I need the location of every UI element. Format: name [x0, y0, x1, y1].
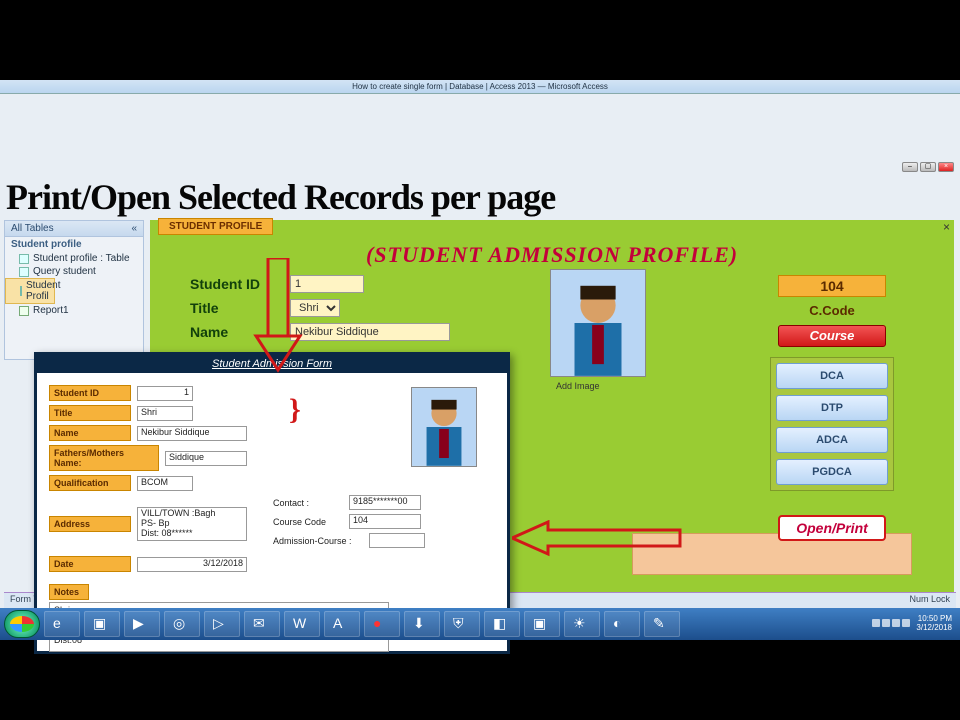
taskbar-weather-icon[interactable]: ☀ [564, 611, 600, 637]
taskbar-shield-icon[interactable]: ⛨ [444, 611, 480, 637]
r-admcourse-value [369, 533, 425, 548]
r-parent-value: Siddique [165, 451, 247, 466]
maximize-button[interactable]: ▢ [920, 162, 936, 172]
course-option-dca[interactable]: DCA [776, 363, 888, 389]
r-notes-label: Notes [49, 584, 89, 600]
nav-item-table[interactable]: Student profile : Table [5, 252, 143, 265]
taskbar-cam-icon[interactable]: ▣ [524, 611, 560, 637]
course-code-label: C.Code [778, 303, 886, 318]
taskbar-download-icon[interactable]: ⬇ [404, 611, 440, 637]
taskbar-paint-icon[interactable]: ✎ [644, 611, 680, 637]
r-title-value: Shri [137, 406, 193, 421]
r-date-label: Date [49, 556, 131, 572]
taskbar-play-icon[interactable]: ▷ [204, 611, 240, 637]
r-admcourse-label: Admission-Course : [273, 536, 363, 546]
r-ccode-label: Course Code [273, 517, 343, 527]
form-close-icon[interactable]: × [943, 220, 950, 234]
app-window: How to create single form | Database | A… [0, 80, 960, 640]
taskbar-record-icon[interactable]: ● [364, 611, 400, 637]
r-ccode-value: 104 [349, 514, 421, 529]
taskbar-access-icon[interactable]: A [324, 611, 360, 637]
taskbar-media-icon[interactable]: ▶ [124, 611, 160, 637]
nav-item-form[interactable]: Student Profil [5, 278, 55, 304]
nav-item-query[interactable]: Query student [5, 265, 143, 278]
nav-group[interactable]: Student profile [5, 237, 143, 252]
start-button[interactable] [4, 610, 40, 638]
navigation-pane[interactable]: All Tables « Student profile Student pro… [4, 220, 144, 360]
r-student-id-label: Student ID [49, 385, 131, 401]
tray-icons[interactable] [870, 619, 910, 629]
table-icon [19, 254, 29, 264]
window-controls: – ▢ × [902, 162, 954, 172]
r-title-label: Title [49, 405, 131, 421]
r-qual-label: Qualification [49, 475, 131, 491]
minimize-button[interactable]: – [902, 162, 918, 172]
taskbar-chrome-icon[interactable]: ◎ [164, 611, 200, 637]
course-option-pgdca[interactable]: PGDCA [776, 459, 888, 485]
r-name-label: Name [49, 425, 131, 441]
open-print-button[interactable]: Open/Print [778, 515, 886, 541]
r-parent-label: Fathers/Mothers Name: [49, 445, 159, 471]
taskbar-mail-icon[interactable]: ✉ [244, 611, 280, 637]
window-titlebar: How to create single form | Database | A… [0, 80, 960, 94]
form-tab[interactable]: STUDENT PROFILE [158, 218, 273, 235]
report-photo [411, 387, 477, 467]
r-date-value: 3/12/2018 [137, 557, 247, 572]
photo-caption: Add Image [556, 381, 600, 391]
r-student-id-value: 1 [137, 386, 193, 401]
annotation-arrow-down [248, 258, 308, 378]
taskbar-word-icon[interactable]: W [284, 611, 320, 637]
course-option-adca[interactable]: ADCA [776, 427, 888, 453]
annotation-arrow-left [512, 520, 682, 560]
id-badge: 104 [778, 275, 886, 297]
form-icon [20, 286, 22, 296]
taskbar-app-icon[interactable]: ◧ [484, 611, 520, 637]
taskbar-ie-icon[interactable]: e [44, 611, 80, 637]
tutorial-overlay-title: Print/Open Selected Records per page [6, 176, 954, 218]
course-option-panel: DCA DTP ADCA PGDCA [770, 357, 894, 491]
r-address-value: VILL/TOWN :Bagh PS- Bp Dist: 08****** [137, 507, 247, 541]
taskbar-firefox-icon[interactable]: ◐ [604, 611, 640, 637]
r-name-value: Nekibur Siddique [137, 426, 247, 441]
course-button[interactable]: Course [778, 325, 886, 347]
r-contact-value: 9185*******00 [349, 495, 421, 510]
query-icon [19, 267, 29, 277]
taskbar-folder-icon[interactable]: ▣ [84, 611, 120, 637]
taskbar-clock[interactable]: 10:50 PM 3/12/2018 [916, 615, 952, 633]
taskbar[interactable]: e ▣ ▶ ◎ ▷ ✉ W A ● ⬇ ⛨ ◧ ▣ ☀ ◐ ✎ 10:50 PM… [0, 608, 960, 640]
r-address-label: Address [49, 516, 131, 532]
nav-header[interactable]: All Tables « [5, 221, 143, 237]
report-icon [19, 306, 29, 316]
course-option-dtp[interactable]: DTP [776, 395, 888, 421]
r-qual-value: BCOM [137, 476, 193, 491]
student-photo[interactable] [550, 269, 646, 377]
close-button[interactable]: × [938, 162, 954, 172]
annotation-brace: } [289, 393, 301, 427]
nav-item-report[interactable]: Report1 [5, 304, 143, 317]
r-contact-label: Contact : [273, 498, 343, 508]
system-tray[interactable]: 10:50 PM 3/12/2018 [870, 615, 956, 633]
name-field[interactable] [290, 323, 450, 341]
status-right: Num Lock [909, 594, 950, 607]
